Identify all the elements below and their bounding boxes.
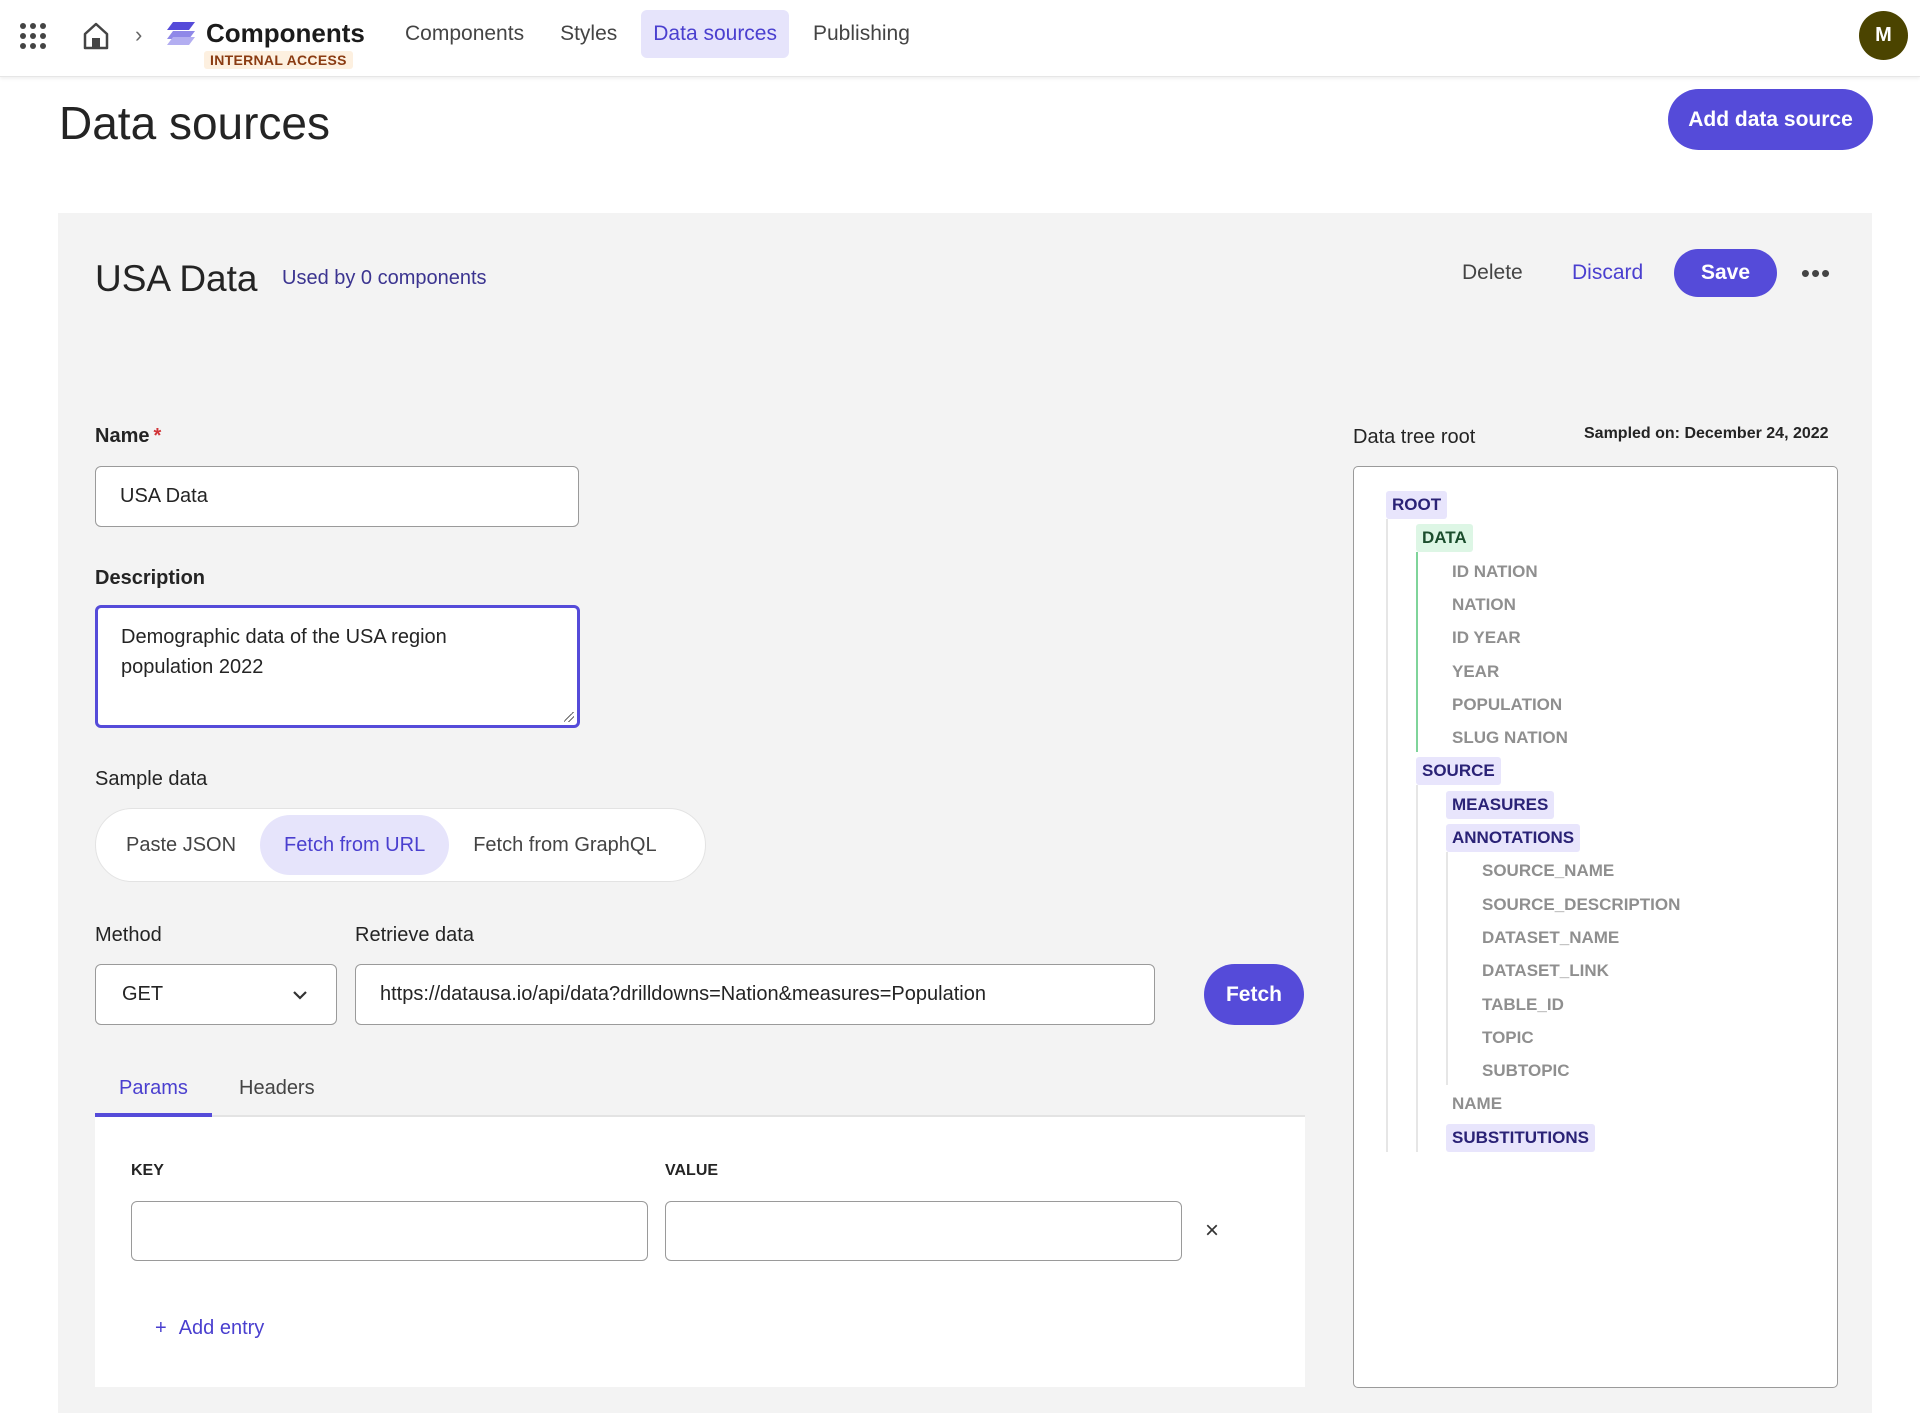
description-label: Description <box>95 567 206 589</box>
delete-button[interactable]: Delete <box>1462 261 1523 285</box>
name-input[interactable]: USA Data <box>95 466 579 527</box>
tree-node-substitutions[interactable]: SUBSTITUTIONS <box>1446 1123 1595 1152</box>
top-bar: › Components INTERNAL ACCESS Components … <box>0 0 1920 77</box>
retrieve-data-label: Retrieve data <box>355 924 474 946</box>
key-column-header: KEY <box>131 1162 164 1179</box>
chevron-down-icon <box>293 990 307 1000</box>
seg-fetch-from-graphql[interactable]: Fetch from GraphQL <box>449 815 680 875</box>
params-table: KEY VALUE × + Add entry <box>95 1117 1305 1387</box>
components-logo-icon <box>167 22 195 45</box>
fetch-button[interactable]: Fetch <box>1204 964 1304 1025</box>
resize-handle-icon[interactable] <box>564 712 574 722</box>
tree-node-dataset-link: DATASET_LINK <box>1482 961 1609 981</box>
tree-node-dataset-name: DATASET_NAME <box>1482 927 1620 947</box>
required-asterisk: * <box>153 425 162 447</box>
home-icon[interactable] <box>80 20 112 52</box>
seg-fetch-from-url[interactable]: Fetch from URL <box>260 815 450 875</box>
data-tree-label: Data tree root <box>1353 426 1476 448</box>
user-avatar[interactable]: M <box>1859 11 1908 60</box>
description-textarea[interactable]: Demographic data of the USA region popul… <box>95 605 580 728</box>
tree-node-data[interactable]: DATA <box>1416 524 1473 553</box>
more-options-icon[interactable]: ••• <box>1796 253 1836 293</box>
tree-node-slug-nation: SLUG NATION <box>1452 728 1568 748</box>
tree-guide-line <box>1416 785 1418 1152</box>
chevron-right-icon: › <box>135 22 143 47</box>
sample-data-label: Sample data <box>95 768 208 790</box>
add-entry-label: Add entry <box>178 1317 265 1339</box>
tree-node-annotations[interactable]: ANNOTATIONS <box>1446 824 1581 852</box>
method-select[interactable]: GET <box>95 964 337 1025</box>
tree-node-population: POPULATION <box>1452 694 1563 714</box>
add-data-source-button[interactable]: Add data source <box>1668 89 1873 150</box>
nav-styles[interactable]: Styles <box>548 10 629 58</box>
tree-node-source-name: SOURCE_NAME <box>1482 861 1615 881</box>
tree-node-source[interactable]: SOURCE <box>1416 757 1501 786</box>
name-label-text: Name <box>95 425 150 447</box>
app-title[interactable]: Components <box>206 18 365 49</box>
tree-node-topic: TOPIC <box>1482 1027 1534 1047</box>
data-source-editor-panel: USA Data Used by 0 components Delete Dis… <box>58 213 1872 1413</box>
plus-icon: + <box>155 1317 167 1339</box>
tab-params[interactable]: Params <box>95 1068 212 1117</box>
internal-access-badge: INTERNAL ACCESS <box>204 51 353 69</box>
discard-button[interactable]: Discard <box>1572 261 1643 285</box>
nav-publishing[interactable]: Publishing <box>801 10 922 58</box>
page-title: Data sources <box>59 97 331 149</box>
tree-node-id-nation: ID NATION <box>1452 561 1538 581</box>
tree-node-id-year: ID YEAR <box>1452 628 1521 648</box>
name-label: Name * <box>95 425 161 448</box>
tree-node-year: YEAR <box>1452 661 1500 681</box>
param-key-input[interactable] <box>131 1201 648 1261</box>
sample-data-segmented-control: Paste JSON Fetch from URL Fetch from Gra… <box>95 808 706 882</box>
remove-entry-icon[interactable]: × <box>1205 1217 1219 1245</box>
seg-paste-json[interactable]: Paste JSON <box>102 815 260 875</box>
param-value-input[interactable] <box>665 1201 1182 1261</box>
tab-headers[interactable]: Headers <box>215 1068 339 1117</box>
tree-node-source-description: SOURCE_DESCRIPTION <box>1482 894 1681 914</box>
tree-node-subtopic: SUBTOPIC <box>1482 1061 1570 1081</box>
tree-guide-line <box>1416 552 1418 753</box>
add-entry-button[interactable]: + Add entry <box>155 1317 264 1340</box>
tree-node-name: NAME <box>1452 1094 1503 1114</box>
value-column-header: VALUE <box>665 1162 719 1179</box>
url-input[interactable]: https://datausa.io/api/data?drilldowns=N… <box>355 964 1155 1025</box>
nav-components[interactable]: Components <box>393 10 536 58</box>
data-source-name-heading: USA Data <box>95 258 258 299</box>
tree-node-measures[interactable]: MEASURES <box>1446 790 1555 819</box>
name-input-value: USA Data <box>120 485 208 507</box>
request-tabs: Params Headers <box>95 1068 1305 1117</box>
tree-node-nation: NATION <box>1452 594 1516 614</box>
tree-guide-line <box>1446 852 1448 1086</box>
tree-node-table-id: TABLE_ID <box>1482 994 1564 1014</box>
method-label: Method <box>95 924 162 946</box>
url-value: https://datausa.io/api/data?drilldowns=N… <box>380 983 986 1005</box>
data-tree: ROOT DATA ID NATION NATION ID YEAR YEAR POPULA… <box>1353 466 1838 1388</box>
main-nav: Components Styles Data sources Publishin… <box>393 10 934 58</box>
app-launcher-icon[interactable] <box>20 23 46 49</box>
method-value: GET <box>122 983 164 1005</box>
tree-guide-line <box>1386 519 1388 1152</box>
save-button[interactable]: Save <box>1674 249 1777 297</box>
tree-node-root[interactable]: ROOT <box>1386 491 1448 519</box>
used-by-link[interactable]: Used by 0 components <box>282 267 487 290</box>
description-value: Demographic data of the USA region popul… <box>121 626 447 678</box>
sampled-on-date: Sampled on: December 24, 2022 <box>1584 425 1829 442</box>
nav-data-sources[interactable]: Data sources <box>641 10 789 58</box>
